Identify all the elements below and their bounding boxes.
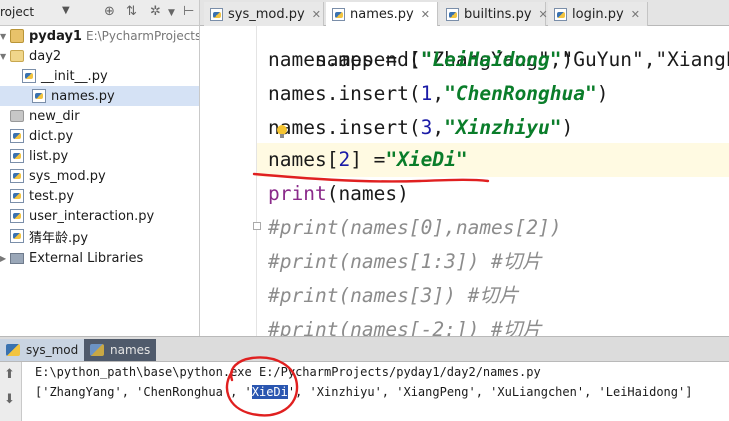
annotation-circle	[225, 356, 299, 417]
